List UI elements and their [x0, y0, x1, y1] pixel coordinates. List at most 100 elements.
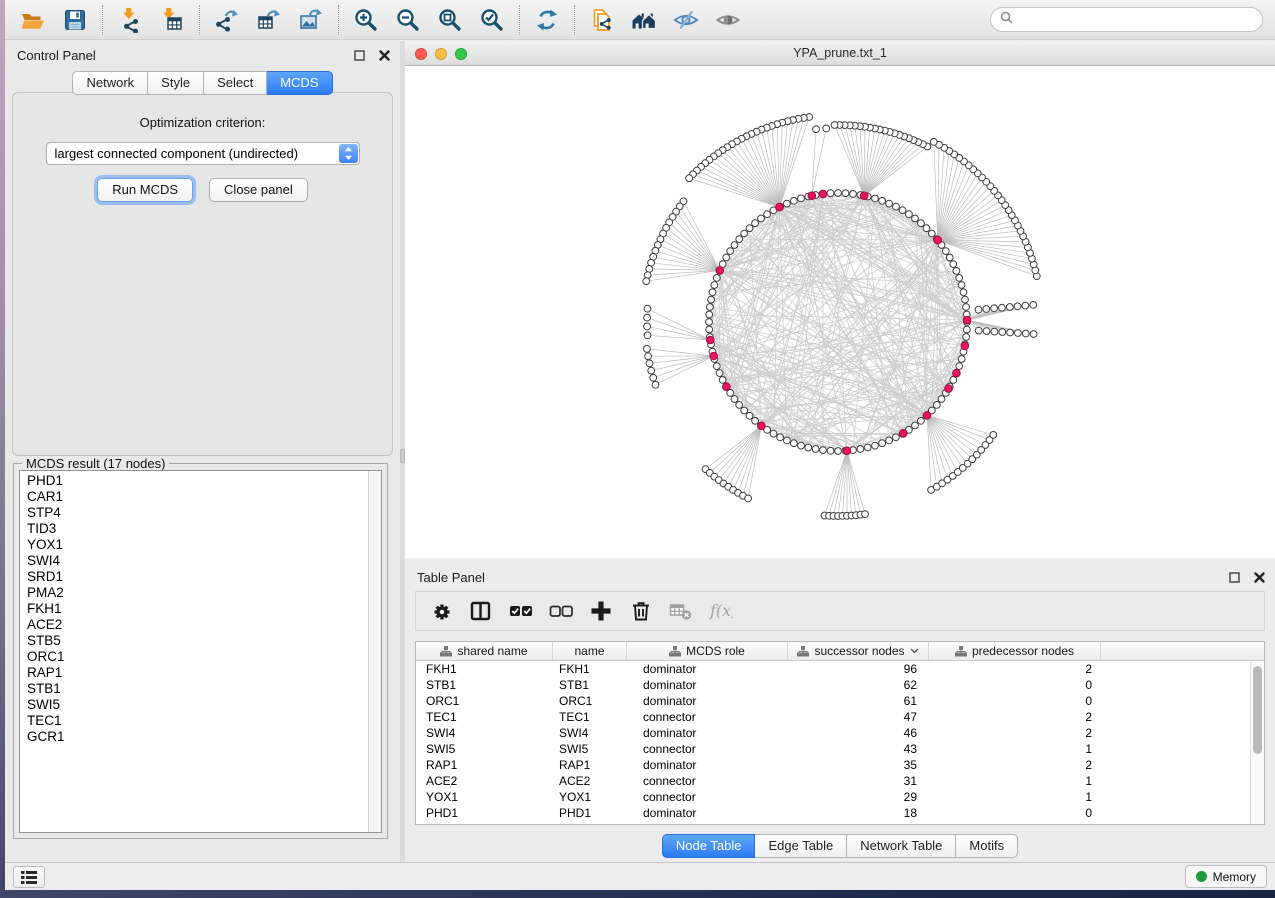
- close-panel-icon[interactable]: [1254, 570, 1265, 588]
- export-image-button[interactable]: [295, 4, 327, 36]
- network-window-titlebar[interactable]: YPA_prune.txt_1: [405, 41, 1275, 66]
- tab-mcds[interactable]: MCDS: [267, 71, 332, 95]
- table-panel-header: Table Panel: [405, 563, 1275, 589]
- optimization-criterion-select[interactable]: largest connected component (undirected): [46, 142, 360, 165]
- save-button[interactable]: [59, 4, 91, 36]
- tab-network-table[interactable]: Network Table: [847, 834, 956, 858]
- tab-motifs[interactable]: Motifs: [956, 834, 1018, 858]
- delete-column-button[interactable]: [628, 598, 654, 624]
- mcds-result-item[interactable]: ORC1: [27, 649, 368, 665]
- import-table-button[interactable]: [156, 4, 188, 36]
- toolbar-separator: [338, 5, 339, 35]
- mcds-panel: Optimization criterion: largest connecte…: [12, 92, 393, 456]
- table-panel-title: Table Panel: [417, 570, 485, 585]
- column-header-successor-nodes[interactable]: successor nodes: [788, 642, 929, 660]
- mcds-result-item[interactable]: ACE2: [27, 617, 368, 633]
- float-panel-icon[interactable]: [354, 48, 365, 66]
- table-row[interactable]: SWI4SWI4dominator462: [416, 725, 1264, 741]
- delete-table-button: [668, 598, 694, 624]
- zoom-in-button[interactable]: [350, 4, 382, 36]
- import-network-button[interactable]: [114, 4, 146, 36]
- close-panel-button[interactable]: Close panel: [209, 178, 308, 202]
- clear-checks-button[interactable]: [548, 598, 574, 624]
- mcds-result-item[interactable]: STB1: [27, 681, 368, 697]
- table-row[interactable]: PHD1PHD1dominator180: [416, 805, 1264, 821]
- table-cell: TEC1: [416, 709, 553, 725]
- table-row[interactable]: TEC1TEC1connector472: [416, 709, 1264, 725]
- control-panel-header: Control Panel: [5, 41, 400, 67]
- scrollbar-thumb[interactable]: [1253, 666, 1262, 754]
- table-cell: 1: [929, 773, 1101, 789]
- search-input[interactable]: [1019, 13, 1253, 27]
- table-cell: SWI4: [416, 725, 553, 741]
- add-column-button[interactable]: [588, 598, 614, 624]
- window-minimize-icon[interactable]: [435, 48, 447, 60]
- column-header-MCDS-role[interactable]: MCDS role: [627, 642, 788, 660]
- table-row[interactable]: STB1STB1dominator620: [416, 677, 1264, 693]
- mcds-result-list[interactable]: PHD1CAR1STP4TID3YOX1SWI4SRD1PMA2FKH1ACE2…: [19, 470, 382, 833]
- mcds-result-item[interactable]: RAP1: [27, 665, 368, 681]
- window-maximize-icon[interactable]: [455, 48, 467, 60]
- home-networks-button[interactable]: [628, 4, 660, 36]
- network-graph-canvas[interactable]: [405, 66, 1275, 558]
- mcds-result-item[interactable]: YOX1: [27, 537, 368, 553]
- table-row[interactable]: ORC1ORC1dominator610: [416, 693, 1264, 709]
- table-scrollbar[interactable]: [1250, 662, 1264, 824]
- export-table-button[interactable]: [253, 4, 285, 36]
- tab-network[interactable]: Network: [72, 71, 148, 95]
- mcds-result-item[interactable]: PMA2: [27, 585, 368, 601]
- attribute-type-icon: [797, 646, 809, 657]
- table-row[interactable]: FKH1FKH1dominator962: [416, 661, 1264, 677]
- mcds-result-item[interactable]: SWI5: [27, 697, 368, 713]
- run-mcds-button[interactable]: Run MCDS: [97, 178, 193, 202]
- hide-visible-button[interactable]: [670, 4, 702, 36]
- mcds-result-item[interactable]: STP4: [27, 505, 368, 521]
- mcds-result-item[interactable]: SWI4: [27, 553, 368, 569]
- mcds-result-item[interactable]: STB5: [27, 633, 368, 649]
- close-panel-icon[interactable]: [379, 48, 390, 66]
- open-folder-button[interactable]: [17, 4, 49, 36]
- zoom-fit-button[interactable]: [434, 4, 466, 36]
- tab-edge-table[interactable]: Edge Table: [755, 834, 847, 858]
- mcds-result-item[interactable]: PHD1: [27, 473, 368, 489]
- mcds-result-item[interactable]: GCR1: [27, 729, 368, 745]
- table-row[interactable]: SWI5SWI5connector431: [416, 741, 1264, 757]
- share-document-icon: [589, 7, 615, 33]
- mcds-result-item[interactable]: CAR1: [27, 489, 368, 505]
- mcds-result-item[interactable]: SRD1: [27, 569, 368, 585]
- column-header-name[interactable]: name: [553, 642, 627, 660]
- select-all-checks-button[interactable]: [508, 598, 534, 624]
- table-cell: TEC1: [553, 709, 627, 725]
- select-all-checks-icon: [509, 599, 533, 623]
- attributes-gear-button[interactable]: [428, 598, 454, 624]
- memory-button[interactable]: Memory: [1185, 865, 1267, 888]
- table-row[interactable]: RAP1RAP1dominator352: [416, 757, 1264, 773]
- search-box[interactable]: [990, 7, 1263, 32]
- table-row[interactable]: YOX1YOX1connector291: [416, 789, 1264, 805]
- refresh-button[interactable]: [531, 4, 563, 36]
- tab-node-table[interactable]: Node Table: [662, 834, 756, 858]
- float-panel-icon[interactable]: [1229, 570, 1240, 588]
- mcds-result-items: PHD1CAR1STP4TID3YOX1SWI4SRD1PMA2FKH1ACE2…: [20, 471, 368, 832]
- table-cell: FKH1: [553, 661, 627, 677]
- share-document-button[interactable]: [586, 4, 618, 36]
- zoom-selected-button[interactable]: [476, 4, 508, 36]
- open-folder-icon: [20, 7, 46, 33]
- column-header-shared-name[interactable]: shared name: [416, 642, 553, 660]
- tab-style[interactable]: Style: [148, 71, 204, 95]
- mcds-result-item[interactable]: TID3: [27, 521, 368, 537]
- table-cell: 2: [929, 661, 1101, 677]
- tab-select[interactable]: Select: [204, 71, 267, 95]
- table-cell: 46: [788, 725, 929, 741]
- mcds-result-item[interactable]: TEC1: [27, 713, 368, 729]
- result-list-scrollbar[interactable]: [368, 471, 381, 832]
- export-network-button[interactable]: [211, 4, 243, 36]
- zoom-out-button[interactable]: [392, 4, 424, 36]
- show-columns-button[interactable]: [468, 598, 494, 624]
- table-row[interactable]: ACE2ACE2connector311: [416, 773, 1264, 789]
- mcds-result-item[interactable]: FKH1: [27, 601, 368, 617]
- window-close-icon[interactable]: [415, 48, 427, 60]
- task-history-button[interactable]: [13, 866, 45, 888]
- column-header-predecessor-nodes[interactable]: predecessor nodes: [929, 642, 1101, 660]
- function-builder-button: f(x): [708, 598, 734, 624]
